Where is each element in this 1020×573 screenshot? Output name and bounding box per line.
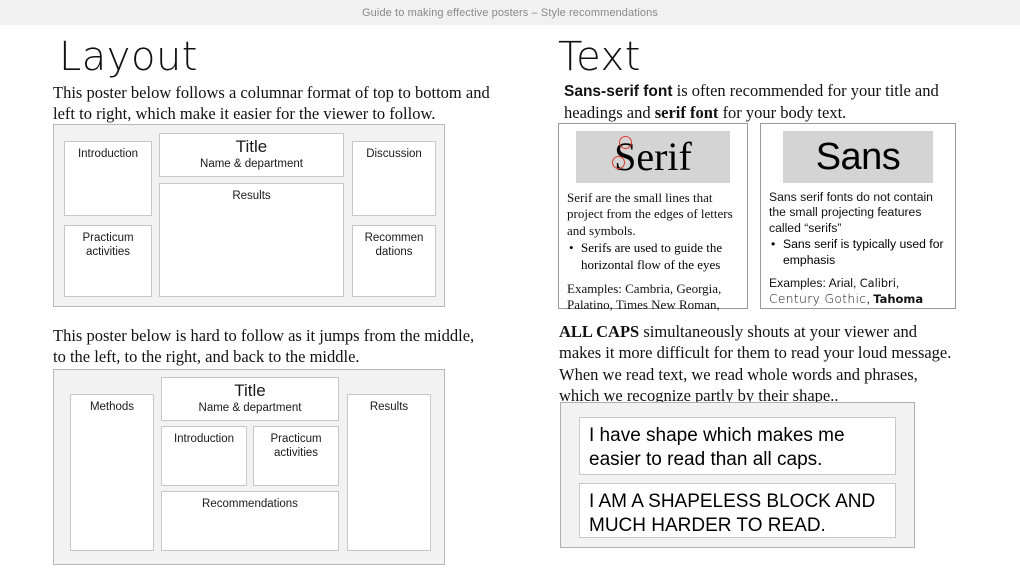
poster-bad-box-title: Title Name & department (161, 377, 339, 421)
sans-example-sep-1: , (853, 275, 860, 290)
layout-section-heading: Layout (59, 34, 198, 80)
text-intro-part2: for your body text. (718, 103, 847, 123)
poster-bad-box-practicum: Practicum activities (253, 426, 339, 486)
poster-bad-box-recommendations: Recommendations (161, 491, 339, 551)
poster-good-box-title: Title Name & department (159, 133, 344, 177)
sans-example-arial: Arial (828, 275, 854, 290)
sans-example-century-gothic: Century Gothic (769, 291, 867, 306)
allcaps-bold-lead: ALL CAPS (559, 322, 640, 341)
serif-card-body: Serif are the small lines that project f… (567, 190, 733, 238)
sans-card-body: Sans serif fonts do not contain the smal… (769, 190, 933, 235)
poster-bad-box-methods: Methods (70, 394, 154, 551)
text-intro-paragraph: Sans-serif font is often recommended for… (564, 80, 960, 124)
sans-card-bullet-list: Sans serif is typically used for emphasi… (769, 237, 947, 268)
slide-header-title: Guide to making effective posters – Styl… (362, 6, 658, 19)
poster-bad-box-results: Results (347, 394, 431, 551)
poster-good-title-text: Title (235, 137, 268, 156)
serif-annotation-circle-top-icon (619, 136, 632, 149)
sans-example-tahoma: Tahoma (873, 291, 924, 306)
shape-demo-bad-box: I AM A SHAPELESS BLOCK AND MUCH HARDER T… (579, 483, 896, 538)
poster-good-box-recommendations: Recommen dations (352, 225, 436, 297)
serif-card-bullet-item: Serifs are used to guide the horizontal … (569, 240, 739, 273)
poster-bad-title-subtitle: Name & department (198, 401, 302, 414)
poster-mock-good: Introduction Practicum activities Title … (53, 124, 445, 307)
poster-good-title-subtitle: Name & department (200, 157, 303, 170)
poster-bad-box-introduction: Introduction (161, 426, 247, 486)
slide-canvas: Layout This poster below follows a colum… (0, 25, 1020, 573)
text-intro-bold-sans: Sans-serif font (564, 83, 673, 100)
sans-sample-swatch: Sans (783, 131, 933, 183)
layout-paragraph-1: This poster below follows a columnar for… (53, 83, 490, 124)
allcaps-paragraph: ALL CAPS simultaneously shouts at your v… (559, 321, 959, 407)
serif-sample-swatch: Serif (576, 131, 730, 183)
sans-comparison-card: Sans Sans serif fonts do not contain the… (760, 123, 956, 309)
layout-paragraph-2: This poster below is hard to follow as i… (53, 326, 475, 367)
sans-example-sep-2: , (895, 275, 900, 290)
shape-demo-container: I have shape which makes me easier to re… (560, 402, 915, 548)
serif-annotation-circle-bottom-icon (612, 156, 625, 169)
sans-sample-word: Sans (815, 136, 901, 178)
slide-header-bar: Guide to making effective posters – Styl… (0, 0, 1020, 25)
serif-card-examples: Examples: Cambria, Georgia, Palatino, Ti… (567, 281, 739, 314)
serif-examples-label: Examples: (567, 280, 626, 296)
serif-card-bullet-list: Serifs are used to guide the horizontal … (567, 240, 739, 273)
sans-examples-label: Examples: (769, 275, 829, 290)
text-intro-bold-serif: serif font (654, 103, 719, 123)
poster-good-box-introduction: Introduction (64, 141, 152, 216)
poster-good-box-results: Results (159, 183, 344, 297)
poster-mock-bad: Methods Title Name & department Introduc… (53, 369, 445, 565)
poster-bad-title-text: Title (234, 381, 266, 400)
sans-card-bullet-item: Sans serif is typically used for emphasi… (771, 237, 947, 268)
poster-good-box-discussion: Discussion (352, 141, 436, 216)
poster-good-box-practicum: Practicum activities (64, 225, 152, 297)
shape-demo-good-box: I have shape which makes me easier to re… (579, 417, 896, 475)
sans-example-calibri: Calibri (859, 276, 896, 290)
sans-card-examples: Examples: Arial, Calibri, Century Gothic… (769, 276, 947, 308)
text-section-heading: Text (558, 34, 641, 80)
serif-comparison-card: Serif Serif are the small lines that pro… (558, 123, 748, 312)
